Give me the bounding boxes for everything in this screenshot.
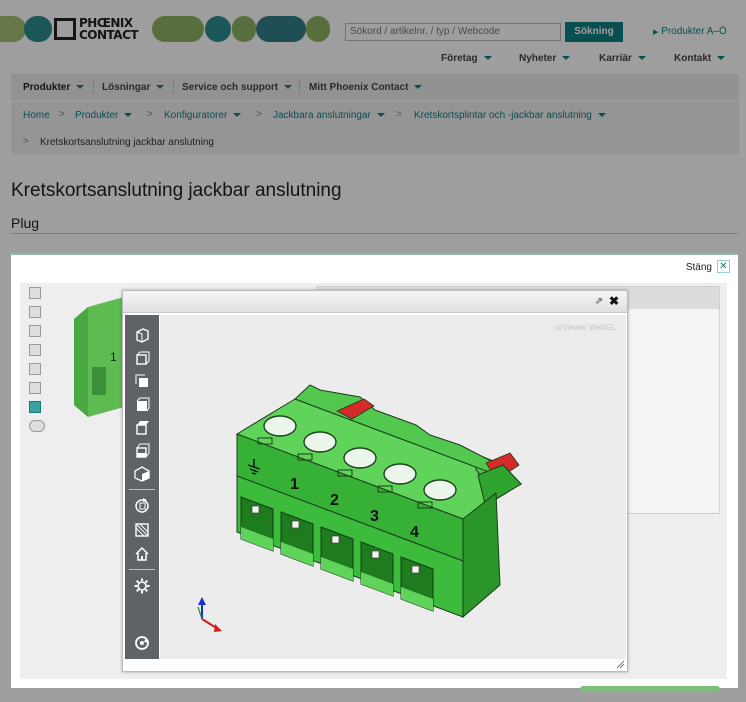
view-top-icon[interactable] (29, 344, 41, 356)
background-connector-preview: 1 (74, 297, 124, 417)
pin-label-4: 4 (410, 524, 419, 541)
view-iso-icon[interactable] (134, 327, 150, 343)
external-link-icon[interactable]: ⇗ (595, 296, 603, 307)
resize-handle-icon[interactable] (615, 659, 625, 669)
pin-label-3: 3 (370, 508, 379, 525)
close-icon[interactable]: ✖ (609, 294, 619, 308)
axis-gizmo (197, 597, 222, 632)
view-front-icon[interactable] (29, 306, 41, 318)
viewer-titlebar[interactable]: ⇗ ✖ (123, 291, 627, 313)
view-bottom-icon[interactable] (29, 382, 41, 394)
view-top-icon[interactable] (134, 396, 150, 412)
viewer-toolbar (125, 315, 159, 659)
3d-icon[interactable] (29, 420, 45, 432)
action-button[interactable] (580, 686, 720, 692)
svg-text:1: 1 (110, 350, 117, 364)
pcb-connector-model: 1 2 3 4 (197, 384, 523, 632)
close-icon[interactable]: ✕ (717, 260, 730, 273)
settings-icon[interactable] (134, 578, 150, 594)
shading-icon[interactable] (134, 466, 150, 482)
close-label[interactable]: Stäng (686, 262, 712, 273)
rotate-icon[interactable] (134, 497, 150, 513)
pin-label-1: 1 (290, 476, 299, 493)
view-front-icon[interactable] (134, 350, 150, 366)
view-right-icon[interactable] (29, 363, 41, 375)
reset-icon[interactable] (134, 635, 150, 651)
section-icon[interactable] (134, 522, 150, 538)
view-left-icon[interactable] (134, 373, 150, 389)
pin-label-2: 2 (330, 492, 339, 509)
background-view-toolbar (29, 287, 45, 439)
home-icon[interactable] (134, 546, 150, 562)
view-left-icon[interactable] (29, 325, 41, 337)
view-bottom-icon[interactable] (134, 442, 150, 458)
3d-viewer-window: ⇗ ✖ ccViewer WebGL 1 2 3 4 (122, 290, 628, 672)
3d-canvas[interactable]: ccViewer WebGL 1 2 3 4 (160, 315, 626, 659)
shading-icon[interactable] (29, 401, 41, 413)
view-iso-icon[interactable] (29, 287, 41, 299)
view-right-icon[interactable] (134, 419, 150, 435)
